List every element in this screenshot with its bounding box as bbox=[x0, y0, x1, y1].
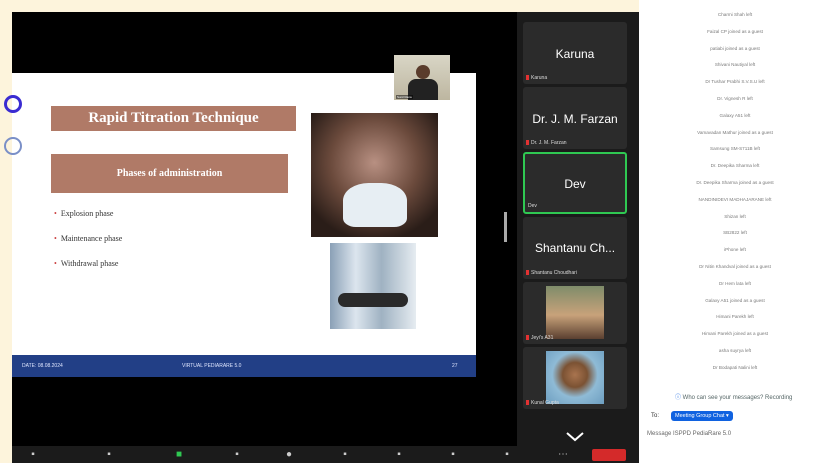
chat-system-message: Galaxy A51 joined as a guest bbox=[705, 297, 765, 303]
shared-screen-area: Rapid Titration Technique Phases of admi… bbox=[4, 12, 517, 463]
emblem-icon bbox=[4, 137, 22, 155]
chat-system-message: iPhone left bbox=[724, 247, 746, 253]
chat-recipient-label: Meeting Group Chat bbox=[675, 413, 725, 419]
bullet-text: Maintenance phase bbox=[60, 234, 123, 243]
splitter-handle[interactable] bbox=[504, 212, 507, 242]
chat-system-message: Himani Parekh joined as a guest bbox=[701, 331, 769, 337]
chat-recipient-dropdown[interactable]: Meeting Group Chat ▾ bbox=[671, 411, 733, 421]
who-can-see-link[interactable]: ⓘ Who can see your messages? Recording bbox=[675, 392, 792, 401]
participant-name: Shantanu Ch... bbox=[534, 241, 616, 255]
participant-label: Karuna bbox=[531, 75, 548, 81]
flowmeter-photo bbox=[330, 243, 416, 329]
chat-system-message: Shivani Nautiyal left bbox=[714, 62, 756, 68]
notes-icon[interactable]: ▪ bbox=[500, 449, 514, 461]
participants-icon[interactable]: ▪ bbox=[102, 449, 116, 461]
muted-mic-icon bbox=[526, 140, 529, 146]
speaker-name: Sunil Rana bbox=[396, 95, 413, 99]
speaker-head bbox=[416, 65, 430, 79]
logo-icon bbox=[4, 95, 22, 113]
chat-system-message: Dr Tushar Prabhi S.V.S.U left bbox=[705, 79, 765, 85]
participant-label: Jeyi's A31 bbox=[531, 335, 554, 341]
chevron-down-icon[interactable] bbox=[563, 431, 587, 443]
participant-tag: Dev bbox=[528, 203, 537, 209]
footer-page: 27 bbox=[452, 363, 458, 369]
apps-icon[interactable]: ▪ bbox=[392, 449, 406, 461]
participant-video bbox=[546, 286, 604, 339]
slide-subtitle: Phases of administration bbox=[51, 154, 288, 193]
participant-tile[interactable]: Jeyi's A31 bbox=[523, 282, 627, 344]
chat-system-message: Samsung SM-S711B left bbox=[710, 146, 760, 152]
bullet-text: Explosion phase bbox=[60, 209, 114, 218]
mic-icon[interactable]: ▪ bbox=[26, 449, 40, 461]
chat-system-message: Dr Nitin Khandval joined as a guest bbox=[699, 264, 771, 269]
leave-button[interactable] bbox=[592, 449, 626, 461]
muted-mic-icon bbox=[526, 75, 529, 81]
participant-tile-active[interactable]: Dev Dev bbox=[523, 152, 627, 214]
child-with-mask-photo bbox=[311, 113, 438, 237]
chat-icon[interactable]: ▪ bbox=[338, 449, 352, 461]
slide-bullet: • Maintenance phase bbox=[54, 234, 123, 243]
valve bbox=[338, 293, 408, 307]
reactions-icon[interactable]: ● bbox=[282, 449, 296, 461]
presentation-slide: Rapid Titration Technique Phases of admi… bbox=[4, 73, 476, 377]
participant-label: Dr. J. M. Farzan bbox=[531, 140, 567, 146]
speaker-video[interactable]: Sunil Rana bbox=[394, 55, 450, 100]
chat-to-label: To: bbox=[651, 413, 660, 419]
footer-date: DATE: 08.08.2024 bbox=[22, 363, 63, 369]
chat-system-message: Dr. Deepika Sharma joined as a guest bbox=[696, 180, 774, 185]
participant-tag: Karuna bbox=[526, 75, 547, 81]
chat-system-message: Charmi Shah left bbox=[717, 12, 753, 17]
participant-name: Dr. J. M. Farzan bbox=[532, 112, 618, 126]
footer-event: VIRTUAL PEDIARARE 5.0 bbox=[182, 363, 242, 369]
chat-system-message: NANDINIDEVI MADHAJARANE left bbox=[698, 196, 772, 202]
participant-tile[interactable]: Karuna Karuna bbox=[523, 22, 627, 84]
bullet-text: Withdrawal phase bbox=[60, 259, 119, 268]
chat-system-message: Vamavadan Mathur joined as a guest bbox=[697, 129, 773, 135]
chat-system-message: Dr. Deepika Sharma left bbox=[710, 163, 760, 169]
chat-system-message: patiabi joined as a guest bbox=[710, 45, 760, 51]
slide-title: Rapid Titration Technique bbox=[51, 106, 296, 131]
participant-label: Kunal Gupta bbox=[531, 400, 559, 406]
muted-mic-icon bbox=[526, 270, 529, 276]
slide-bullet: • Explosion phase bbox=[54, 209, 114, 218]
participant-tile[interactable]: Kunal Gupta bbox=[523, 347, 627, 409]
chat-system-message: Galaxy A51 left bbox=[719, 112, 751, 118]
meeting-window: Rapid Titration Technique Phases of admi… bbox=[4, 12, 639, 463]
info-icon: ⓘ bbox=[675, 395, 683, 401]
participant-tile[interactable]: Dr. J. M. Farzan Dr. J. M. Farzan bbox=[523, 87, 627, 149]
meeting-toolbar: ▪ ▪ ■ ▪ ● ▪ ▪ ▪ ▪ ⋯ bbox=[12, 446, 639, 463]
participant-label: Shantanu Choudhari bbox=[531, 270, 577, 276]
muted-mic-icon bbox=[526, 400, 529, 406]
more-icon[interactable]: ⋯ bbox=[556, 449, 570, 461]
who-can-see-text: Who can see your messages? Recording bbox=[682, 395, 793, 401]
record-icon[interactable]: ▪ bbox=[230, 449, 244, 461]
chat-system-message: Dr Hem lata left bbox=[719, 280, 751, 286]
chat-message-input[interactable]: Message ISPPD PediaRare 5.0 bbox=[647, 431, 731, 437]
participant-tile[interactable]: Shantanu Ch... Shantanu Choudhari bbox=[523, 217, 627, 279]
participant-tag: Kunal Gupta bbox=[526, 400, 559, 406]
participant-name: Dev bbox=[564, 177, 586, 191]
share-screen-icon[interactable]: ■ bbox=[172, 449, 186, 461]
chat-system-message: Himani Parekh left bbox=[716, 314, 754, 320]
chat-system-message: Shizan left bbox=[724, 213, 746, 219]
participant-tag: Jeyi's A31 bbox=[526, 335, 553, 341]
chat-system-message: SB2822 left bbox=[723, 230, 747, 236]
slide-footer: DATE: 08.08.2024 VIRTUAL PEDIARARE 5.0 2… bbox=[12, 355, 476, 377]
participant-label: Dev bbox=[528, 203, 537, 209]
whiteboard-icon[interactable]: ▪ bbox=[446, 449, 460, 461]
chat-system-message: Dr. Vignesh R left bbox=[717, 96, 753, 101]
muted-mic-icon bbox=[526, 335, 529, 341]
chat-system-message: asha suyrya left bbox=[718, 348, 752, 353]
participant-tag: Dr. J. M. Farzan bbox=[526, 140, 567, 146]
chat-system-message: Dr Bodapati Nalini left bbox=[712, 364, 758, 370]
participant-tag: Shantanu Choudhari bbox=[526, 270, 577, 276]
slide-bullet: • Withdrawal phase bbox=[54, 259, 119, 268]
participant-name: Karuna bbox=[555, 47, 595, 61]
participant-video bbox=[546, 351, 604, 404]
oxygen-mask bbox=[343, 183, 407, 227]
chat-panel: Charmi Shah left Faizal CP joined as a gu… bbox=[639, 0, 831, 463]
chat-system-message: Faizal CP joined as a guest bbox=[707, 28, 763, 34]
